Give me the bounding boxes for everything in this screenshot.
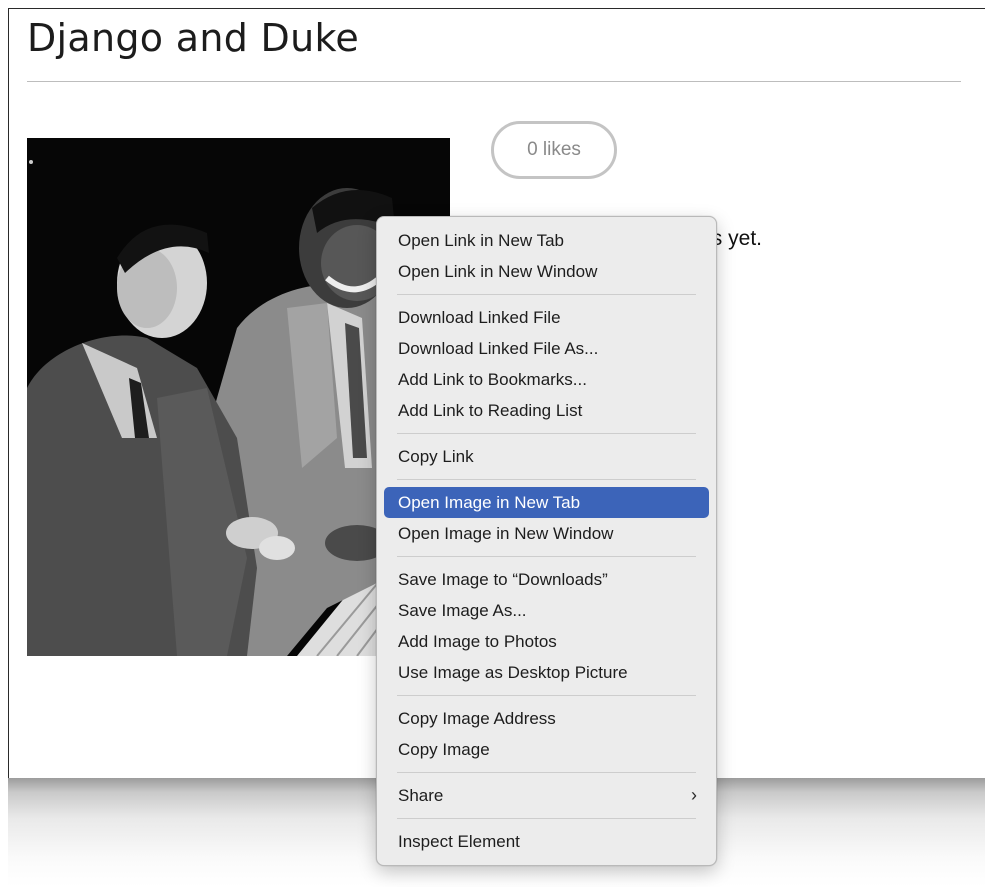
menu-item-label: Add Link to Reading List (398, 401, 583, 420)
menu-item-download-linked-file[interactable]: Download Linked File (384, 302, 709, 333)
menu-item-open-link-in-new-window[interactable]: Open Link in New Window (384, 256, 709, 287)
menu-item-label: Copy Image (398, 740, 490, 759)
menu-separator (397, 818, 696, 819)
menu-item-download-linked-file-as[interactable]: Download Linked File As... (384, 333, 709, 364)
menu-item-label: Download Linked File (398, 308, 561, 327)
menu-item-label: Open Link in New Window (398, 262, 598, 281)
menu-item-open-link-in-new-tab[interactable]: Open Link in New Tab (384, 225, 709, 256)
menu-separator (397, 695, 696, 696)
likes-button[interactable]: 0 likes (491, 121, 617, 179)
menu-item-share[interactable]: Share › (384, 780, 709, 811)
menu-item-copy-image-address[interactable]: Copy Image Address (384, 703, 709, 734)
menu-item-label: Open Image in New Tab (398, 493, 581, 512)
menu-item-label: Share (398, 786, 444, 805)
menu-item-label: Download Linked File As... (398, 339, 599, 358)
context-menu: Open Link in New Tab Open Link in New Win… (376, 216, 717, 866)
page-title: Django and Duke (27, 16, 360, 60)
menu-item-use-image-as-desktop-picture[interactable]: Use Image as Desktop Picture (384, 657, 709, 688)
browser-screenshot: Django and Duke 0 likes yet. Open Link i… (0, 0, 985, 887)
menu-separator (397, 433, 696, 434)
chevron-right-icon: › (691, 785, 697, 805)
menu-item-label: Save Image to “Downloads” (398, 570, 608, 589)
menu-item-label: Open Link in New Tab (398, 231, 565, 250)
menu-item-copy-link[interactable]: Copy Link (384, 441, 709, 472)
title-divider (27, 81, 961, 82)
menu-item-label: Add Link to Bookmarks... (398, 370, 587, 389)
menu-separator (397, 479, 696, 480)
menu-item-save-image-to-downloads[interactable]: Save Image to “Downloads” (384, 564, 709, 595)
menu-item-open-image-in-new-window[interactable]: Open Image in New Window (384, 518, 709, 549)
menu-item-label: Inspect Element (398, 832, 520, 851)
menu-item-label: Copy Link (398, 447, 474, 466)
menu-item-label: Use Image as Desktop Picture (398, 663, 628, 682)
menu-item-label: Copy Image Address (398, 709, 556, 728)
menu-item-copy-image[interactable]: Copy Image (384, 734, 709, 765)
menu-separator (397, 556, 696, 557)
menu-item-label: Open Image in New Window (398, 524, 614, 543)
menu-item-label: Add Image to Photos (398, 632, 557, 651)
menu-item-add-link-to-bookmarks[interactable]: Add Link to Bookmarks... (384, 364, 709, 395)
menu-item-save-image-as[interactable]: Save Image As... (384, 595, 709, 626)
menu-separator (397, 772, 696, 773)
menu-item-inspect-element[interactable]: Inspect Element (384, 826, 709, 857)
menu-item-open-image-in-new-tab[interactable]: Open Image in New Tab (384, 487, 709, 518)
menu-item-add-image-to-photos[interactable]: Add Image to Photos (384, 626, 709, 657)
menu-item-label: Save Image As... (398, 601, 527, 620)
menu-separator (397, 294, 696, 295)
menu-item-add-link-to-reading-list[interactable]: Add Link to Reading List (384, 395, 709, 426)
